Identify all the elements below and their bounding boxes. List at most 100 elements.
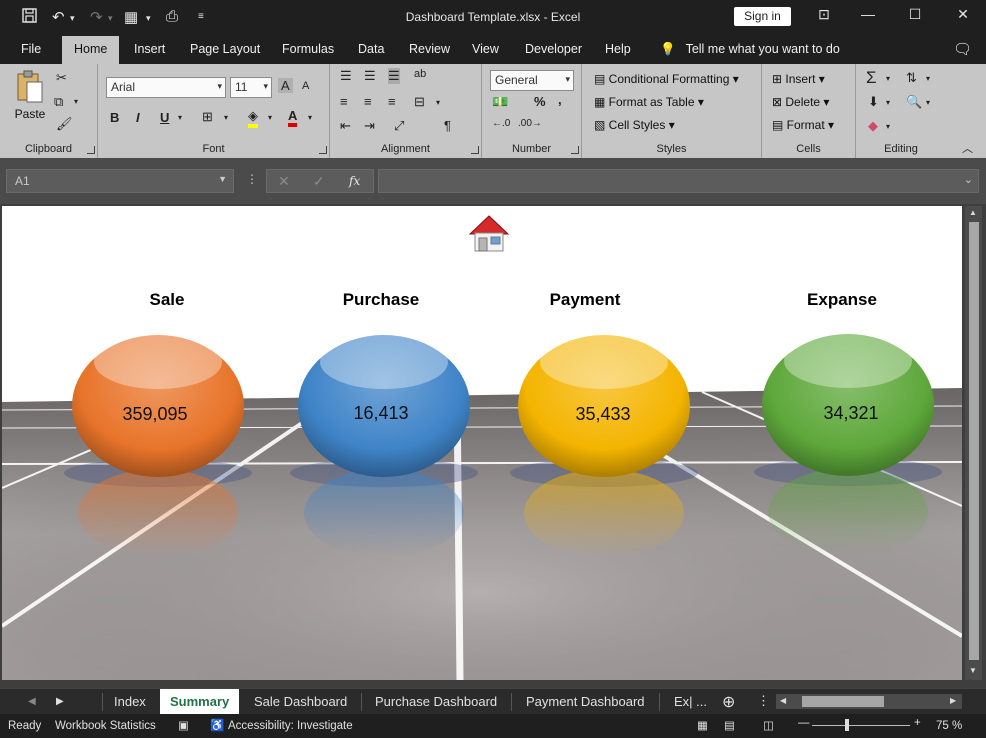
cancel-icon[interactable]: ✕ [278, 173, 290, 190]
font-size-dropdown[interactable]: 11 ▾ [230, 77, 272, 98]
normal-view-icon[interactable]: ▦ [697, 718, 708, 732]
horizontal-scroll-thumb[interactable] [802, 696, 884, 707]
maximize-button[interactable]: ☐ [903, 6, 927, 26]
fill-dropdown-icon[interactable]: ▾ [886, 98, 890, 107]
underline-dropdown-icon[interactable]: ▾ [178, 113, 182, 122]
tab-data[interactable]: Data [358, 42, 384, 56]
fill-color-icon[interactable]: ◈ [248, 108, 258, 128]
comma-style-icon[interactable]: , [558, 92, 562, 107]
text-direction-icon[interactable]: ⤢ [394, 118, 404, 134]
tab-page-layout[interactable]: Page Layout [190, 42, 260, 56]
delete-cells-button[interactable]: ⊠ Delete ▾ [772, 95, 829, 109]
percent-style-button[interactable]: % [534, 94, 546, 109]
tab-file[interactable]: File [21, 42, 41, 56]
insert-cells-button[interactable]: ⊞ Insert ▾ [772, 72, 825, 86]
scroll-down-icon[interactable]: ▼ [969, 666, 977, 675]
underline-button[interactable]: U [160, 110, 169, 125]
sheet-tab-payment-dashboard[interactable]: Payment Dashboard [526, 694, 645, 709]
clear-icon[interactable]: ◆ [868, 118, 878, 134]
vertical-scrollbar[interactable]: ▲ ▼ [965, 206, 982, 680]
zoom-out-icon[interactable]: — [798, 717, 810, 729]
format-cells-button[interactable]: ▤ Format ▾ [772, 118, 834, 132]
formula-input[interactable]: ⌄ [378, 169, 979, 193]
comments-icon[interactable]: 🗨 [953, 40, 972, 58]
align-bottom-icon[interactable]: ☰ [388, 68, 400, 84]
decrease-font-size-icon[interactable]: A [302, 80, 309, 92]
expand-formula-bar-icon[interactable]: ⌄ [964, 173, 973, 186]
increase-decimal-icon[interactable]: ←.0 [492, 118, 510, 129]
scroll-right-icon[interactable]: ▶ [950, 696, 956, 705]
workbook-statistics[interactable]: Workbook Statistics [55, 720, 156, 732]
sheet-tab-summary[interactable]: Summary [160, 689, 240, 714]
macro-record-icon[interactable]: ▣ [178, 718, 189, 732]
cell-styles-button[interactable]: ▧ Cell Styles ▾ [594, 118, 675, 132]
merge-center-icon[interactable]: ¶ [444, 118, 451, 133]
zoom-in-icon[interactable]: + [914, 717, 921, 729]
font-launcher-icon[interactable] [319, 146, 327, 154]
cut-icon[interactable]: ✂ [56, 70, 67, 86]
increase-indent-icon[interactable]: ⇥ [364, 118, 375, 134]
tab-review[interactable]: Review [409, 42, 450, 56]
align-left-icon[interactable]: ≡ [340, 94, 348, 109]
minimize-button[interactable]: — [856, 6, 880, 26]
scroll-left-icon[interactable]: ◀ [780, 696, 786, 705]
border-dropdown-icon[interactable]: ▾ [224, 113, 228, 122]
conditional-formatting-button[interactable]: ▤ Conditional Formatting ▾ [594, 72, 739, 86]
insert-function-button[interactable]: fx [349, 174, 360, 188]
tab-help[interactable]: Help [605, 42, 631, 56]
add-sheet-icon[interactable]: ⊕ [722, 692, 735, 712]
decrease-decimal-icon[interactable]: .00→ [518, 118, 542, 129]
more-options-icon[interactable]: ⋮ [246, 172, 258, 186]
sort-filter-dropdown-icon[interactable]: ▾ [926, 74, 930, 83]
italic-button[interactable]: I [136, 110, 140, 125]
clipboard-launcher-icon[interactable] [87, 146, 95, 154]
page-break-view-icon[interactable]: ◫ [763, 718, 774, 732]
scroll-up-icon[interactable]: ▲ [969, 208, 977, 217]
font-color-dropdown-icon[interactable]: ▾ [308, 113, 312, 122]
accessibility-status[interactable]: Accessibility: Investigate [228, 720, 353, 732]
font-name-dropdown[interactable]: Arial ▾ [106, 77, 226, 98]
format-as-table-button[interactable]: ▦ Format as Table ▾ [594, 95, 704, 109]
accounting-format-icon[interactable]: 💵 [492, 94, 508, 110]
tab-view[interactable]: View [472, 42, 499, 56]
sign-in-button[interactable]: Sign in [734, 7, 791, 26]
sheet-tab-sale-dashboard[interactable]: Sale Dashboard [254, 694, 347, 709]
wrap-dropdown-icon[interactable]: ▾ [436, 98, 440, 107]
autosum-icon[interactable]: Σ [866, 68, 877, 88]
name-box[interactable]: A1 ▼ [6, 169, 234, 193]
horizontal-scrollbar[interactable]: ◀ ▶ [776, 694, 962, 709]
align-middle-icon[interactable]: ☰ [364, 68, 376, 84]
page-layout-view-icon[interactable]: ▤ [724, 718, 735, 732]
align-top-icon[interactable]: ☰ [340, 68, 352, 84]
font-color-icon[interactable]: A [288, 108, 298, 127]
copy-icon[interactable]: ⧉ [54, 94, 63, 110]
fill-icon[interactable]: ⬇ [868, 94, 879, 110]
clear-dropdown-icon[interactable]: ▾ [886, 122, 890, 131]
tab-formulas[interactable]: Formulas [282, 42, 334, 56]
decrease-indent-icon[interactable]: ⇤ [340, 118, 351, 134]
fill-color-dropdown-icon[interactable]: ▾ [268, 113, 272, 122]
border-icon[interactable]: ⊞ [202, 109, 213, 125]
orientation-icon[interactable]: ab [414, 68, 426, 80]
dashboard-canvas[interactable]: Sale Purchase Payment Expanse 359,095 16… [2, 206, 962, 680]
number-launcher-icon[interactable] [571, 146, 579, 154]
bold-button[interactable]: B [110, 110, 119, 125]
sort-filter-icon[interactable]: ⇅ [906, 70, 917, 86]
increase-font-size-icon[interactable]: A [278, 78, 293, 93]
find-select-dropdown-icon[interactable]: ▾ [926, 98, 930, 107]
sheet-tab-more[interactable]: Ex| ... [674, 694, 707, 709]
alignment-launcher-icon[interactable] [471, 146, 479, 154]
more-options-icon[interactable]: ⋮ [757, 693, 770, 709]
copy-dropdown-icon[interactable]: ▾ [74, 97, 78, 106]
prev-sheet-icon[interactable]: ◀ [28, 696, 36, 707]
tell-me-box[interactable]: 💡 Tell me what you want to do [660, 42, 840, 57]
zoom-slider-handle[interactable] [845, 719, 849, 731]
align-center-icon[interactable]: ≡ [364, 94, 372, 109]
wrap-text-icon[interactable]: ⊟ [414, 94, 425, 110]
autosum-dropdown-icon[interactable]: ▾ [886, 74, 890, 83]
ribbon-display-options-icon[interactable]: ⊡ [812, 6, 836, 26]
find-select-icon[interactable]: 🔍 [906, 94, 922, 110]
sheet-tab-index[interactable]: Index [114, 694, 146, 709]
align-right-icon[interactable]: ≡ [388, 94, 396, 109]
format-painter-icon[interactable]: 🖌 [56, 116, 73, 132]
